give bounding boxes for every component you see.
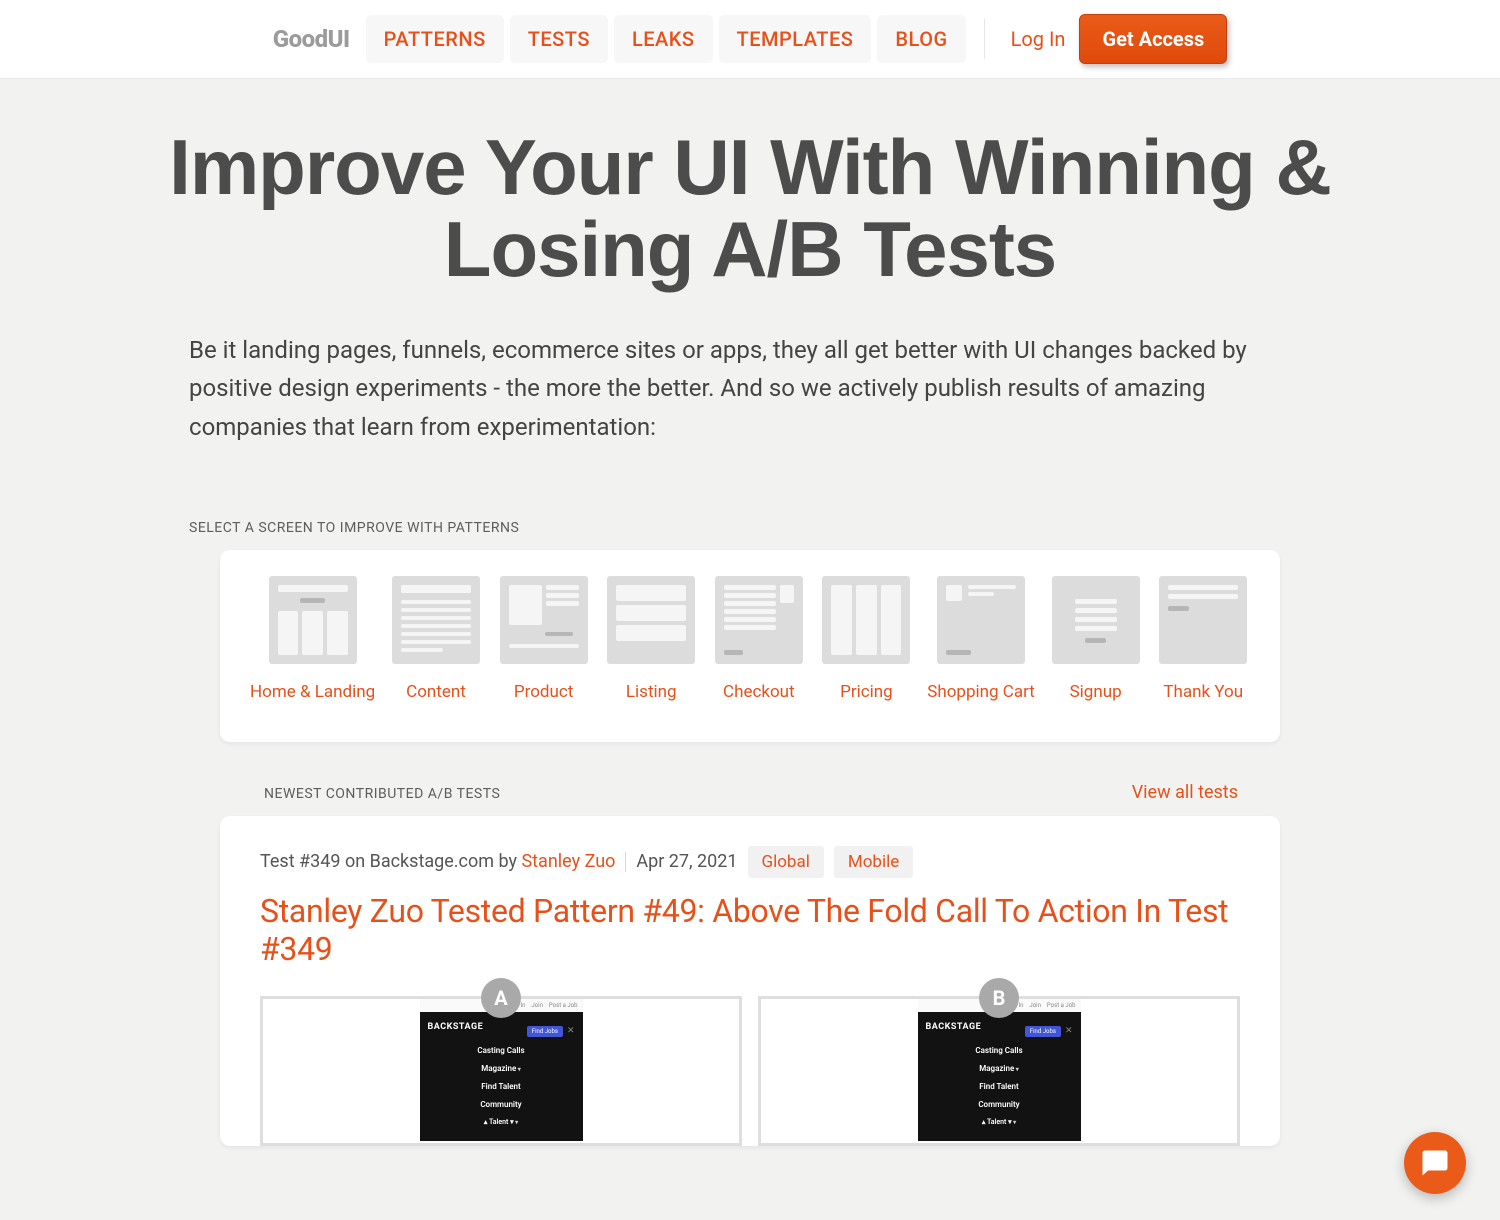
close-icon: ✕	[567, 1026, 575, 1036]
screen-thank-you[interactable]: Thank You	[1156, 576, 1250, 702]
screen-thumb-icon	[822, 576, 910, 664]
variant-badge-b: B	[979, 978, 1019, 1018]
screen-thumb-icon	[607, 576, 695, 664]
screen-label: Shopping Cart	[927, 682, 1035, 702]
nav-patterns[interactable]: PATTERNS	[366, 15, 504, 63]
close-icon: ✕	[1065, 1026, 1073, 1036]
test-author-link[interactable]: Stanley Zuo	[521, 851, 615, 872]
test-meta-prefix: Test #349 on Backstage.com by Stanley Zu…	[260, 851, 615, 872]
screen-checkout[interactable]: Checkout	[712, 576, 806, 702]
screen-listing[interactable]: Listing	[604, 576, 698, 702]
screen-label: Checkout	[723, 682, 795, 702]
nav-templates[interactable]: TEMPLATES	[719, 15, 872, 63]
variant-badge-a: A	[481, 978, 521, 1018]
screen-label: Signup	[1070, 682, 1122, 702]
test-card: Test #349 on Backstage.com by Stanley Zu…	[220, 816, 1280, 1146]
login-link[interactable]: Log In	[1003, 27, 1074, 51]
screen-shopping-cart[interactable]: Shopping Cart	[927, 576, 1035, 702]
screen-thumb-icon	[500, 576, 588, 664]
screens-row: Home & Landing Content	[250, 576, 1250, 702]
screen-pricing[interactable]: Pricing	[820, 576, 914, 702]
test-date: Apr 27, 2021	[636, 851, 737, 872]
screen-label: Home & Landing	[250, 682, 375, 702]
ab-row: A Sign In Join Post a Job BACKSTAGE Find…	[260, 996, 1240, 1146]
hero-section: Improve Your UI With Winning & Losing A/…	[145, 79, 1355, 476]
tag-mobile[interactable]: Mobile	[834, 846, 913, 878]
top-bar: GoodUI PATTERNS TESTS LEAKS TEMPLATES BL…	[0, 0, 1500, 79]
screen-label: Product	[514, 682, 573, 702]
screen-thumb-icon	[937, 576, 1025, 664]
screen-label: Content	[406, 682, 466, 702]
variant-frame: Sign In Join Post a Job BACKSTAGE Find J…	[260, 996, 742, 1146]
tests-header: NEWEST CONTRIBUTED A/B TESTS View all te…	[220, 742, 1280, 816]
view-all-tests-link[interactable]: View all tests	[1132, 782, 1238, 803]
meta-divider	[625, 852, 626, 872]
variant-b[interactable]: B Sign In Join Post a Job BACKSTAGE Find…	[758, 996, 1240, 1146]
test-title-link[interactable]: Stanley Zuo Tested Pattern #49: Above Th…	[260, 892, 1240, 968]
tag-global[interactable]: Global	[748, 846, 824, 878]
nav-blog[interactable]: BLOG	[877, 15, 965, 63]
screen-thumb-icon	[1159, 576, 1247, 664]
nav-divider	[984, 19, 985, 59]
get-access-button[interactable]: Get Access	[1079, 14, 1227, 64]
screen-content[interactable]: Content	[389, 576, 483, 702]
screen-label: Thank You	[1163, 682, 1243, 702]
chat-button[interactable]	[1404, 1132, 1466, 1194]
variant-a[interactable]: A Sign In Join Post a Job BACKSTAGE Find…	[260, 996, 742, 1146]
screen-home-landing[interactable]: Home & Landing	[250, 576, 375, 702]
hero-lead: Be it landing pages, funnels, ecommerce …	[145, 331, 1355, 446]
screen-thumb-icon	[392, 576, 480, 664]
screen-product[interactable]: Product	[497, 576, 591, 702]
main-nav: GoodUI PATTERNS TESTS LEAKS TEMPLATES BL…	[145, 14, 1355, 64]
screen-thumb-icon	[715, 576, 803, 664]
chat-icon	[1420, 1148, 1450, 1178]
screen-thumb-icon	[1052, 576, 1140, 664]
page-title: Improve Your UI With Winning & Losing A/…	[145, 127, 1355, 291]
screens-card: Home & Landing Content	[220, 550, 1280, 742]
variant-frame: Sign In Join Post a Job BACKSTAGE Find J…	[758, 996, 1240, 1146]
screen-signup[interactable]: Signup	[1049, 576, 1143, 702]
logo[interactable]: GoodUI	[273, 25, 350, 53]
nav-tests[interactable]: TESTS	[510, 15, 608, 63]
nav-leaks[interactable]: LEAKS	[614, 15, 713, 63]
screens-label: SELECT A SCREEN TO IMPROVE WITH PATTERNS	[189, 520, 1355, 536]
tests-label: NEWEST CONTRIBUTED A/B TESTS	[264, 786, 500, 802]
screen-thumb-icon	[269, 576, 357, 664]
screen-label: Listing	[626, 682, 677, 702]
test-meta: Test #349 on Backstage.com by Stanley Zu…	[260, 846, 1240, 878]
screen-label: Pricing	[840, 682, 893, 702]
